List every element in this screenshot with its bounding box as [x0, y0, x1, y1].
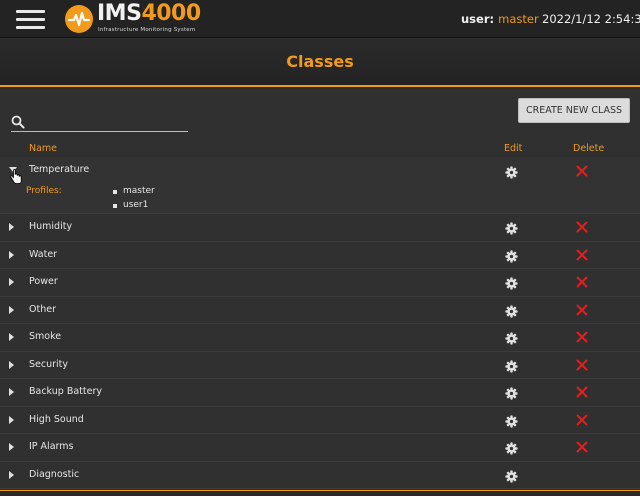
table-row: High Sound — [0, 407, 640, 434]
table-row: Water — [0, 242, 640, 269]
expand-caret-icon[interactable] — [9, 443, 14, 451]
class-name: Water — [29, 248, 58, 260]
search-icon[interactable] — [11, 115, 25, 129]
class-name: Smoke — [29, 331, 62, 342]
delete-icon[interactable] — [576, 249, 588, 261]
gear-icon[interactable] — [505, 166, 518, 179]
hand-cursor-icon — [10, 169, 22, 184]
gear-icon[interactable] — [505, 414, 518, 428]
delete-icon[interactable] — [576, 359, 588, 371]
expand-caret-icon[interactable] — [9, 415, 14, 424]
table-row: Diagnostic — [0, 462, 640, 489]
table-row: Humidity — [0, 214, 640, 242]
gear-icon[interactable] — [505, 359, 518, 373]
profiles-label: Profiles: — [26, 186, 62, 196]
column-header-delete: Delete — [573, 143, 605, 154]
create-new-class-button[interactable]: CREATE NEW CLASS — [518, 98, 630, 123]
table-row: Backup Battery — [0, 379, 640, 407]
gear-icon[interactable] — [505, 277, 518, 290]
search-bar — [11, 115, 188, 132]
expand-caret-icon[interactable] — [9, 360, 14, 369]
gear-icon[interactable] — [505, 332, 518, 345]
table-row: IP Alarms — [0, 434, 640, 462]
delete-icon[interactable] — [576, 304, 588, 316]
class-name: Humidity — [29, 221, 73, 232]
delete-icon[interactable] — [576, 221, 588, 233]
logo-subtitle: Infrastructure Monitoring System — [98, 27, 196, 33]
delete-icon[interactable] — [576, 386, 588, 398]
table-row: Smoke — [0, 324, 640, 352]
class-name: Power — [29, 276, 58, 287]
gear-icon[interactable] — [505, 249, 518, 263]
datetime: 2022/1/12 2:54:30 — [542, 12, 640, 26]
logo-text: IMS4000 — [97, 1, 201, 26]
table-row: Security — [0, 352, 640, 379]
page-title: Classes — [286, 52, 354, 71]
expand-caret-icon[interactable] — [9, 388, 14, 396]
table-row: Power — [0, 269, 640, 297]
table-row-expanded: Temperature Profiles: master user1 — [0, 157, 640, 214]
profile-item: master — [113, 186, 155, 196]
class-name: Other — [29, 303, 56, 315]
menu-icon[interactable] — [16, 10, 45, 30]
expand-caret-icon[interactable] — [9, 278, 14, 286]
delete-icon[interactable] — [576, 414, 588, 426]
class-name: Temperature — [29, 164, 90, 175]
classes-panel: CREATE NEW CLASS Name Edit Delete Temper… — [0, 89, 640, 496]
profile-item: user1 — [113, 200, 148, 210]
logo-icon — [65, 5, 93, 33]
class-name: Diagnostic — [29, 468, 80, 480]
expand-caret-icon[interactable] — [9, 333, 14, 341]
column-header-name[interactable]: Name — [29, 143, 57, 154]
table-row: Other — [0, 297, 640, 324]
user-info: user: master — [461, 12, 539, 26]
title-bar: Classes — [0, 39, 640, 87]
search-input[interactable] — [29, 115, 187, 130]
gear-icon[interactable] — [505, 442, 518, 455]
column-header-edit: Edit — [504, 143, 523, 154]
expand-caret-icon[interactable] — [9, 223, 14, 231]
class-name: Security — [29, 358, 69, 370]
class-name: IP Alarms — [29, 441, 74, 452]
class-name: High Sound — [29, 413, 84, 425]
user-label: user: — [461, 12, 495, 26]
footer-divider — [0, 490, 640, 496]
gear-icon[interactable] — [505, 222, 518, 235]
expand-caret-icon[interactable] — [9, 470, 14, 479]
gear-icon[interactable] — [505, 304, 518, 318]
top-bar: IMS4000 Infrastructure Monitoring System… — [0, 0, 640, 38]
delete-icon[interactable] — [576, 276, 588, 288]
delete-icon[interactable] — [576, 165, 588, 177]
gear-icon[interactable] — [505, 469, 518, 483]
expand-caret-icon[interactable] — [9, 305, 14, 314]
expand-caret-icon[interactable] — [9, 250, 14, 259]
delete-icon[interactable] — [576, 441, 588, 453]
user-name[interactable]: master — [498, 12, 539, 26]
class-name: Backup Battery — [29, 386, 103, 397]
gear-icon[interactable] — [505, 387, 518, 400]
delete-icon[interactable] — [576, 331, 588, 343]
